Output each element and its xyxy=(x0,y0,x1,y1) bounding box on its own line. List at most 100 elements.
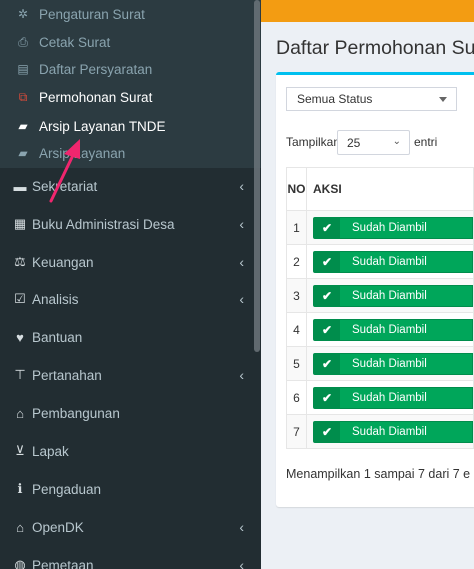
sidebar-item-label: Pembangunan xyxy=(32,405,120,421)
sidebar-item-label: Lapak xyxy=(32,443,69,459)
page-length-select[interactable]: 25 ⌄ xyxy=(337,130,410,155)
sidebar-item-opendk[interactable]: ⌂ OpenDK ‹ xyxy=(0,509,261,545)
row-number: 1 xyxy=(286,210,307,245)
table-row: 6 ✔ Sudah Diambil xyxy=(286,380,474,415)
sidebar-item-label: Pertanahan xyxy=(32,367,102,383)
table-row: 5 ✔ Sudah Diambil xyxy=(286,346,474,381)
row-number: 5 xyxy=(286,346,307,381)
status-button[interactable]: ✔ Sudah Diambil xyxy=(313,318,473,341)
sidebar-item-label: OpenDK xyxy=(32,519,84,535)
page-title: Daftar Permohonan Su xyxy=(276,37,474,59)
row-number: 4 xyxy=(286,312,307,347)
sidebar-item-analisis[interactable]: ☑ Analisis ‹ xyxy=(0,281,261,317)
sidebar-scrollbar[interactable] xyxy=(254,0,260,352)
submenu-item-arsip-layanan-tnde[interactable]: ▰ Arsip Layanan TNDE xyxy=(14,114,166,138)
sidebar-item-pengaduan[interactable]: ℹ Pengaduan xyxy=(0,471,261,507)
book-icon: ▤ xyxy=(17,62,29,76)
column-header-aksi: AKSI xyxy=(306,167,474,211)
check-icon: ✔ xyxy=(314,319,340,340)
permohonan-table: NO AKSI 1 ✔ Sudah Diambil 2 ✔ Sudah Diambi… xyxy=(286,167,474,449)
table-row: 3 ✔ Sudah Diambil xyxy=(286,278,474,313)
status-label: Sudah Diambil xyxy=(352,323,427,336)
sidebar-item-label: Pengaduan xyxy=(32,481,102,497)
submenu-item-label: Arsip Layanan TNDE xyxy=(39,118,166,134)
info-icon: ℹ xyxy=(17,481,23,496)
check-icon: ✔ xyxy=(314,217,340,238)
chevron-down-icon: ⌄ xyxy=(392,136,401,147)
sidebar-item-label: Pemetaan xyxy=(32,557,94,569)
sidebar-item-label: Analisis xyxy=(32,291,79,307)
sidebar: ✲ Pengaturan Surat ⎙ Cetak Surat ▤ Dafta… xyxy=(0,0,261,569)
sidebar-item-lapak[interactable]: ⊻ Lapak xyxy=(0,433,261,469)
status-button[interactable]: ✔ Sudah Diambil xyxy=(313,284,473,307)
table-row: 2 ✔ Sudah Diambil xyxy=(286,244,474,279)
entries-label: entri xyxy=(414,135,438,149)
sidebar-item-pemetaan[interactable]: ◍ Pemetaan ‹ xyxy=(0,547,261,569)
page-length-value: 25 xyxy=(347,135,361,150)
submenu-item-arsip-layanan[interactable]: ▰ Arsip Layanan xyxy=(14,141,125,165)
chevron-left-icon: ‹ xyxy=(239,367,244,383)
submenu-item-pengaturan-surat[interactable]: ✲ Pengaturan Surat xyxy=(14,2,145,26)
submenu-item-label: Permohonan Surat xyxy=(39,89,153,105)
copy-icon: ⧉ xyxy=(18,89,28,104)
table-row: 1 ✔ Sudah Diambil xyxy=(286,210,474,245)
folder-open-icon: ▰ xyxy=(18,146,28,160)
bank-icon: ⌂ xyxy=(16,519,24,535)
column-header-no[interactable]: NO xyxy=(286,167,307,211)
submenu-item-daftar-persyaratan[interactable]: ▤ Daftar Persyaratan xyxy=(14,57,152,81)
sidebar-item-buku-administrasi-desa[interactable]: ▦ Buku Administrasi Desa ‹ xyxy=(0,206,261,242)
length-label: Tampilkan xyxy=(286,135,341,149)
check-icon: ✔ xyxy=(314,387,340,408)
sidebar-item-label: Keuangan xyxy=(32,254,94,270)
sidebar-item-pembangunan[interactable]: ⌂ Pembangunan xyxy=(0,395,261,431)
cart-icon: ⊻ xyxy=(15,443,25,458)
table-row: 7 ✔ Sudah Diambil xyxy=(286,414,474,449)
sidebar-item-sekretariat[interactable]: ▬ Sekretariat ‹ xyxy=(0,168,261,204)
check-square-icon: ☑ xyxy=(14,291,26,306)
sidebar-item-label: Bantuan xyxy=(32,329,83,345)
chevron-left-icon: ‹ xyxy=(239,557,244,569)
status-filter-select[interactable]: Semua Status xyxy=(286,87,457,111)
status-label: Sudah Diambil xyxy=(352,391,427,404)
chevron-left-icon: ‹ xyxy=(239,216,244,232)
balance-scale-icon: ⚖ xyxy=(14,254,26,269)
sidebar-item-bantuan[interactable]: ♥ Bantuan xyxy=(0,319,261,355)
submenu-item-cetak-surat[interactable]: ⎙ Cetak Surat xyxy=(14,30,110,54)
submenu-item-label: Arsip Layanan xyxy=(39,145,126,161)
row-number: 7 xyxy=(286,414,307,449)
check-icon: ✔ xyxy=(314,421,340,442)
chevron-left-icon: ‹ xyxy=(239,291,244,307)
heart-icon: ♥ xyxy=(16,329,24,345)
box-icon: ▬ xyxy=(13,178,27,194)
submenu-item-label: Pengaturan Surat xyxy=(39,6,145,22)
chevron-left-icon: ‹ xyxy=(239,519,244,535)
sidebar-item-pertanahan[interactable]: ⊤ Pertanahan ‹ xyxy=(0,357,261,393)
map-signs-icon: ⊤ xyxy=(14,367,26,382)
table-header-row: NO AKSI xyxy=(286,167,474,211)
status-button[interactable]: ✔ Sudah Diambil xyxy=(313,386,473,409)
status-filter-value: Semua Status xyxy=(297,92,373,106)
submenu-item-label: Cetak Surat xyxy=(39,34,111,50)
submenu-item-label: Daftar Persyaratan xyxy=(39,61,153,77)
print-icon: ⎙ xyxy=(18,34,28,49)
sidebar-item-keuangan[interactable]: ⚖ Keuangan ‹ xyxy=(0,244,261,280)
chevron-left-icon: ‹ xyxy=(239,254,244,270)
gear-icon: ✲ xyxy=(17,7,29,21)
sidebar-item-label: Buku Administrasi Desa xyxy=(32,216,175,232)
status-label: Sudah Diambil xyxy=(352,425,427,438)
globe-icon: ◍ xyxy=(14,557,26,569)
bank-icon: ⌂ xyxy=(16,405,24,421)
caret-down-icon xyxy=(439,97,447,102)
status-button[interactable]: ✔ Sudah Diambil xyxy=(313,352,473,375)
table-info: Menampilkan 1 sampai 7 dari 7 e xyxy=(286,467,471,481)
chevron-left-icon: ‹ xyxy=(239,178,244,194)
status-button[interactable]: ✔ Sudah Diambil xyxy=(313,250,473,273)
status-button[interactable]: ✔ Sudah Diambil xyxy=(313,216,473,239)
status-label: Sudah Diambil xyxy=(352,221,427,234)
status-button[interactable]: ✔ Sudah Diambil xyxy=(313,420,473,443)
submenu-layanan-surat: ✲ Pengaturan Surat ⎙ Cetak Surat ▤ Dafta… xyxy=(0,0,261,168)
submenu-item-permohonan-surat[interactable]: ⧉ Permohonan Surat xyxy=(14,85,153,109)
status-label: Sudah Diambil xyxy=(352,289,427,302)
check-icon: ✔ xyxy=(314,353,340,374)
sidebar-item-label: Sekretariat xyxy=(32,178,98,194)
